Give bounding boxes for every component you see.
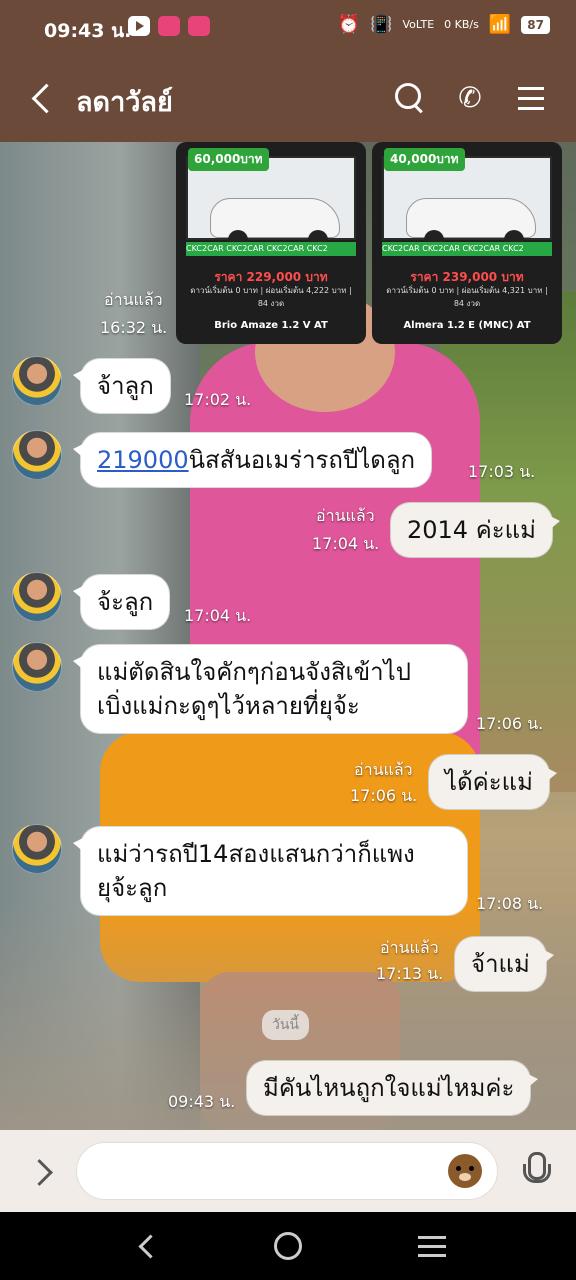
date-divider: วันนี้	[262, 1010, 310, 1040]
message-input[interactable]	[76, 1142, 498, 1200]
avatar[interactable]	[12, 430, 62, 480]
youtube-icon	[128, 16, 150, 36]
network-speed: 0 KB/s	[444, 18, 479, 31]
phone-number-link[interactable]: 219000	[97, 446, 189, 474]
menu-icon[interactable]	[514, 80, 550, 116]
message-time: 17:02 น.	[184, 390, 252, 409]
search-icon[interactable]	[392, 80, 428, 116]
nav-back-icon[interactable]	[134, 1234, 158, 1258]
message-bubble-incoming[interactable]: 219000นิสสันอเมร่ารถปีไดลูก	[72, 432, 433, 488]
message-bubble-incoming[interactable]: จ้าลูก	[73, 358, 171, 414]
system-nav-bar	[0, 1212, 576, 1280]
avatar[interactable]	[12, 824, 62, 874]
volte-icon: VoLTE	[402, 18, 435, 31]
message-bubble-outgoing[interactable]: มีคันไหนถูกใจแม่ไหมค่ะ	[246, 1060, 539, 1116]
back-button[interactable]	[26, 78, 60, 118]
read-receipt: อ่านแล้ว	[316, 506, 375, 525]
chat-title: ลดาวัลย์	[76, 87, 173, 118]
read-receipt: อ่านแล้ว	[380, 938, 439, 957]
nav-recents-icon[interactable]	[418, 1234, 446, 1258]
message-bubble-incoming[interactable]: แม่ตัดสินใจคักๆก่อนจังสิเข้าไป เบิ่งแม่ก…	[73, 644, 468, 734]
wifi-icon: 📶	[488, 14, 512, 35]
message-bubble-outgoing[interactable]: จ้าแม่	[454, 936, 554, 992]
avatar[interactable]	[12, 356, 62, 406]
sticker-icon[interactable]	[448, 1154, 482, 1188]
vibrate-icon: 📳	[370, 14, 393, 35]
car-terms: ดาวน์เริ่มต้น 0 บาท | ผ่อนเริ่มต้น 4,222…	[190, 286, 352, 308]
brand-strip: CKC2CAR CKC2CAR CKC2CAR CKC2	[382, 242, 552, 256]
message-bubble-incoming[interactable]: จ้ะลูก	[72, 574, 171, 630]
promo-badge: 40,000บาท	[384, 148, 465, 171]
app-notification-icon	[188, 16, 210, 36]
promo-badge: 60,000บาท	[188, 148, 269, 171]
system-icons: ⏰ 📳 VoLTE 0 KB/s 📶 87	[338, 14, 550, 35]
alarm-icon: ⏰	[337, 14, 361, 35]
message-time: 17:08 น.	[476, 894, 544, 913]
message-time: 09:43 น.	[168, 1092, 236, 1111]
status-time: 09:43 น.	[44, 20, 132, 42]
car-model: Almera 1.2 E (MNC) AT	[403, 320, 531, 331]
app-notification-icon	[158, 16, 180, 36]
message-time: 17:06 น.	[350, 786, 418, 805]
chat-header: ลดาวัลย์ ✆	[0, 56, 576, 142]
status-bar: 09:43 น. ⏰ 📳 VoLTE 0 KB/s 📶 87	[0, 0, 576, 56]
battery-icon: 87	[521, 15, 550, 34]
notification-icons	[128, 16, 210, 36]
message-input-bar	[0, 1130, 576, 1212]
phone-icon[interactable]: ✆	[452, 80, 488, 116]
car-terms: ดาวน์เริ่มต้น 0 บาท | ผ่อนเริ่มต้น 4,321…	[386, 286, 548, 308]
message-time: 17:13 น.	[376, 964, 444, 983]
chat-area[interactable]: 60,000บาท CKC2CAR CKC2CAR CKC2CAR CKC2 ร…	[0, 142, 576, 1130]
nav-home-icon[interactable]	[274, 1232, 302, 1260]
message-bubble-incoming[interactable]: แม่ว่ารถปี14สองแสนกว่าก็แพง ยุจ้ะลูก	[73, 826, 468, 916]
message-time: 17:04 น.	[312, 534, 380, 553]
message-time: 17:04 น.	[184, 606, 252, 625]
read-receipt: อ่านแล้ว	[104, 290, 163, 309]
expand-button[interactable]	[28, 1154, 58, 1188]
car-model: Brio Amaze 1.2 V AT	[214, 320, 328, 331]
message-time: 16:32 น.	[100, 318, 168, 337]
microphone-icon[interactable]	[520, 1150, 551, 1192]
message-time: 17:03 น.	[468, 462, 536, 481]
message-time: 17:06 น.	[476, 714, 544, 733]
car-image-2[interactable]: 40,000บาท CKC2CAR CKC2CAR CKC2CAR CKC2 ร…	[372, 142, 562, 344]
avatar[interactable]	[12, 642, 62, 692]
read-receipt: อ่านแล้ว	[354, 760, 413, 779]
avatar[interactable]	[12, 572, 62, 622]
car-image-1[interactable]: 60,000บาท CKC2CAR CKC2CAR CKC2CAR CKC2 ร…	[176, 142, 366, 344]
message-bubble-outgoing[interactable]: 2014 ค่ะแม่	[390, 502, 560, 558]
brand-strip: CKC2CAR CKC2CAR CKC2CAR CKC2	[186, 242, 356, 256]
message-bubble-outgoing[interactable]: ได้ค่ะแม่	[428, 754, 557, 810]
